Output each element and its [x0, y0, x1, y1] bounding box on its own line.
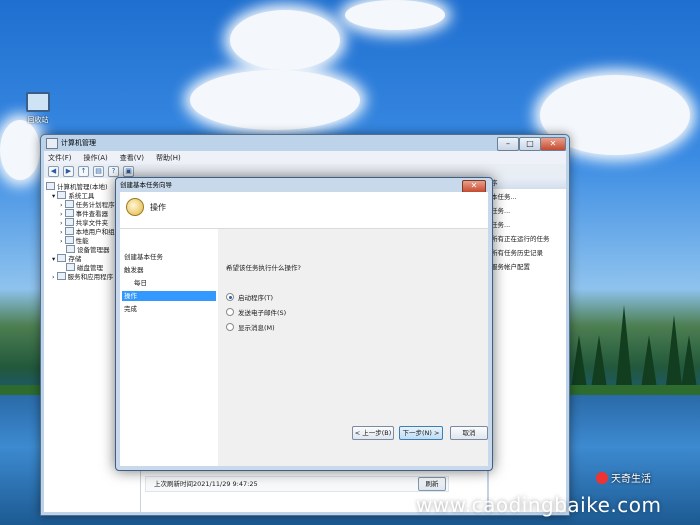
menu-view[interactable]: 查看(V) — [120, 153, 144, 163]
computer-icon — [26, 92, 50, 112]
wizard-header: 操作 — [120, 192, 488, 229]
action-question: 希望该任务执行什么操作? — [226, 264, 301, 272]
performance-icon — [64, 236, 74, 244]
wizard-body: 操作 创建基本任务 触发器 每日 操作 完成 希望该任务执行什么操作? 启动程序… — [120, 192, 488, 466]
storage-icon — [57, 254, 67, 262]
up-folder-icon[interactable]: ↑ — [78, 165, 89, 177]
option-start-program[interactable]: 启动程序(T) — [226, 292, 273, 302]
wizard-titlebar[interactable]: 创建基本任务向导 — [116, 178, 492, 192]
action-item[interactable]: 所有任务历史记录 — [489, 245, 566, 259]
folder-icon — [64, 218, 74, 226]
back-arrow-icon[interactable]: ◀ — [48, 165, 59, 177]
refresh-button[interactable]: 刷新 — [418, 477, 446, 491]
brand-logo-icon — [596, 472, 608, 484]
show-hide-tree-icon[interactable]: ▤ — [93, 165, 104, 177]
computer-icon — [46, 182, 55, 190]
option-send-email[interactable]: 发送电子邮件(S) — [226, 307, 286, 317]
radio-selected-icon[interactable] — [226, 293, 234, 301]
step-daily[interactable]: 每日 — [122, 278, 216, 288]
menu-action[interactable]: 操作(A) — [84, 153, 108, 163]
back-button[interactable]: < 上一步(B) — [352, 426, 394, 440]
create-basic-task-wizard: 创建基本任务向导 ✕ 操作 创建基本任务 触发器 每日 操作 完成 希望该任务执… — [115, 177, 493, 471]
tree-item-services-apps[interactable]: › 服务和应用程序 — [52, 271, 113, 281]
services-icon — [56, 272, 66, 280]
last-refresh-status: 上次刷新时间2021/11/29 9:47:25 — [145, 476, 449, 492]
step-trigger[interactable]: 触发器 — [122, 265, 216, 275]
console-icon[interactable]: ▣ — [123, 165, 134, 177]
option-display-message[interactable]: 显示消息(M) — [226, 322, 275, 332]
forward-arrow-icon[interactable]: ▶ — [63, 165, 74, 177]
action-item[interactable]: 任务... — [489, 217, 566, 231]
help-icon[interactable]: ? — [108, 165, 119, 177]
tools-icon — [57, 191, 67, 199]
actions-header: 序 — [489, 178, 566, 189]
radio-icon[interactable] — [226, 308, 234, 316]
window-title: 计算机管理 — [61, 139, 96, 147]
action-item[interactable]: 本任务... — [489, 189, 566, 203]
window-titlebar[interactable]: 计算机管理 – □ ✕ — [41, 135, 569, 151]
task-icon — [126, 198, 144, 216]
wizard-step-heading: 操作 — [150, 203, 166, 212]
wizard-title: 创建基本任务向导 — [120, 181, 172, 189]
action-item[interactable]: 任务... — [489, 203, 566, 217]
users-icon — [64, 227, 74, 235]
brand-logo: 天奇生活 — [596, 470, 651, 485]
step-finish[interactable]: 完成 — [122, 304, 216, 314]
minimize-button[interactable]: – — [497, 137, 519, 151]
device-manager-icon — [66, 245, 75, 253]
actions-pane: 序 本任务... 任务... 任务... 所有正在运行的任务 所有任务历史记录 … — [488, 178, 566, 512]
action-item[interactable]: 所有正在运行的任务 — [489, 231, 566, 245]
action-item[interactable]: 服务帐户配置 — [489, 259, 566, 273]
clock-icon — [64, 200, 74, 208]
app-icon — [46, 138, 58, 149]
disk-icon — [66, 263, 75, 271]
menu-help[interactable]: 帮助(H) — [156, 153, 181, 163]
step-create-basic-task[interactable]: 创建基本任务 — [122, 252, 216, 262]
wizard-steps: 创建基本任务 触发器 每日 操作 完成 — [120, 229, 218, 466]
watermark: www.caodingbaike.com — [416, 493, 662, 517]
cancel-button[interactable]: 取消 — [450, 426, 488, 440]
close-button[interactable]: ✕ — [540, 137, 566, 151]
step-action[interactable]: 操作 — [122, 291, 216, 301]
menu-bar: 文件(F) 操作(A) 查看(V) 帮助(H) — [44, 151, 566, 164]
menu-file[interactable]: 文件(F) — [48, 153, 72, 163]
radio-icon[interactable] — [226, 323, 234, 331]
desktop-recycle-bin[interactable]: 回收站 — [22, 92, 54, 125]
maximize-button[interactable]: □ — [519, 137, 541, 151]
next-button[interactable]: 下一步(N) > — [399, 426, 443, 440]
event-viewer-icon — [64, 209, 74, 217]
desktop-icon-label: 回收站 — [27, 116, 49, 124]
